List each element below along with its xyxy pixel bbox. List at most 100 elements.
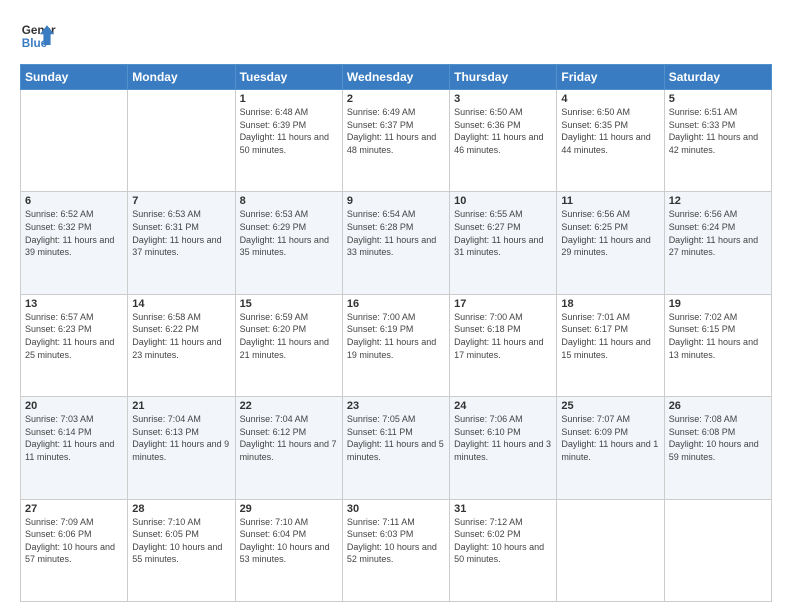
day-number: 18 bbox=[561, 298, 659, 310]
calendar-table: SundayMondayTuesdayWednesdayThursdayFrid… bbox=[20, 64, 772, 602]
day-detail: Sunrise: 6:53 AMSunset: 6:29 PMDaylight:… bbox=[240, 208, 338, 258]
calendar-cell: 12Sunrise: 6:56 AMSunset: 6:24 PMDayligh… bbox=[664, 192, 771, 294]
day-detail: Sunrise: 7:03 AMSunset: 6:14 PMDaylight:… bbox=[25, 413, 123, 463]
day-number: 14 bbox=[132, 298, 230, 310]
calendar-cell: 4Sunrise: 6:50 AMSunset: 6:35 PMDaylight… bbox=[557, 90, 664, 192]
calendar-cell: 20Sunrise: 7:03 AMSunset: 6:14 PMDayligh… bbox=[21, 397, 128, 499]
day-detail: Sunrise: 6:53 AMSunset: 6:31 PMDaylight:… bbox=[132, 208, 230, 258]
day-number: 29 bbox=[240, 503, 338, 515]
calendar-cell: 14Sunrise: 6:58 AMSunset: 6:22 PMDayligh… bbox=[128, 294, 235, 396]
day-number: 27 bbox=[25, 503, 123, 515]
weekday-header-friday: Friday bbox=[557, 65, 664, 90]
calendar-cell: 29Sunrise: 7:10 AMSunset: 6:04 PMDayligh… bbox=[235, 499, 342, 601]
calendar-cell: 8Sunrise: 6:53 AMSunset: 6:29 PMDaylight… bbox=[235, 192, 342, 294]
day-number: 6 bbox=[25, 195, 123, 207]
calendar-cell: 25Sunrise: 7:07 AMSunset: 6:09 PMDayligh… bbox=[557, 397, 664, 499]
day-detail: Sunrise: 7:04 AMSunset: 6:13 PMDaylight:… bbox=[132, 413, 230, 463]
page: General Blue SundayMondayTuesdayWednesda… bbox=[0, 0, 792, 612]
day-detail: Sunrise: 6:59 AMSunset: 6:20 PMDaylight:… bbox=[240, 311, 338, 361]
day-number: 2 bbox=[347, 93, 445, 105]
calendar-cell: 30Sunrise: 7:11 AMSunset: 6:03 PMDayligh… bbox=[342, 499, 449, 601]
day-number: 11 bbox=[561, 195, 659, 207]
day-detail: Sunrise: 6:50 AMSunset: 6:36 PMDaylight:… bbox=[454, 106, 552, 156]
calendar-cell: 21Sunrise: 7:04 AMSunset: 6:13 PMDayligh… bbox=[128, 397, 235, 499]
day-detail: Sunrise: 7:07 AMSunset: 6:09 PMDaylight:… bbox=[561, 413, 659, 463]
day-detail: Sunrise: 6:57 AMSunset: 6:23 PMDaylight:… bbox=[25, 311, 123, 361]
day-detail: Sunrise: 6:49 AMSunset: 6:37 PMDaylight:… bbox=[347, 106, 445, 156]
calendar-cell: 17Sunrise: 7:00 AMSunset: 6:18 PMDayligh… bbox=[450, 294, 557, 396]
day-detail: Sunrise: 6:58 AMSunset: 6:22 PMDaylight:… bbox=[132, 311, 230, 361]
day-detail: Sunrise: 7:01 AMSunset: 6:17 PMDaylight:… bbox=[561, 311, 659, 361]
day-detail: Sunrise: 6:48 AMSunset: 6:39 PMDaylight:… bbox=[240, 106, 338, 156]
day-number: 4 bbox=[561, 93, 659, 105]
day-number: 17 bbox=[454, 298, 552, 310]
calendar-cell: 10Sunrise: 6:55 AMSunset: 6:27 PMDayligh… bbox=[450, 192, 557, 294]
day-number: 19 bbox=[669, 298, 767, 310]
calendar-cell: 27Sunrise: 7:09 AMSunset: 6:06 PMDayligh… bbox=[21, 499, 128, 601]
day-detail: Sunrise: 6:56 AMSunset: 6:24 PMDaylight:… bbox=[669, 208, 767, 258]
day-detail: Sunrise: 7:12 AMSunset: 6:02 PMDaylight:… bbox=[454, 516, 552, 566]
day-number: 22 bbox=[240, 400, 338, 412]
calendar-cell bbox=[21, 90, 128, 192]
calendar-cell: 7Sunrise: 6:53 AMSunset: 6:31 PMDaylight… bbox=[128, 192, 235, 294]
header: General Blue bbox=[20, 18, 772, 54]
calendar-cell: 16Sunrise: 7:00 AMSunset: 6:19 PMDayligh… bbox=[342, 294, 449, 396]
day-number: 1 bbox=[240, 93, 338, 105]
weekday-header-thursday: Thursday bbox=[450, 65, 557, 90]
day-detail: Sunrise: 7:05 AMSunset: 6:11 PMDaylight:… bbox=[347, 413, 445, 463]
day-detail: Sunrise: 6:52 AMSunset: 6:32 PMDaylight:… bbox=[25, 208, 123, 258]
day-detail: Sunrise: 7:00 AMSunset: 6:18 PMDaylight:… bbox=[454, 311, 552, 361]
week-row-3: 20Sunrise: 7:03 AMSunset: 6:14 PMDayligh… bbox=[21, 397, 772, 499]
calendar-cell: 11Sunrise: 6:56 AMSunset: 6:25 PMDayligh… bbox=[557, 192, 664, 294]
calendar-cell: 19Sunrise: 7:02 AMSunset: 6:15 PMDayligh… bbox=[664, 294, 771, 396]
day-number: 23 bbox=[347, 400, 445, 412]
day-number: 26 bbox=[669, 400, 767, 412]
day-number: 30 bbox=[347, 503, 445, 515]
day-detail: Sunrise: 6:55 AMSunset: 6:27 PMDaylight:… bbox=[454, 208, 552, 258]
day-number: 24 bbox=[454, 400, 552, 412]
calendar-cell: 13Sunrise: 6:57 AMSunset: 6:23 PMDayligh… bbox=[21, 294, 128, 396]
weekday-header-tuesday: Tuesday bbox=[235, 65, 342, 90]
day-detail: Sunrise: 7:10 AMSunset: 6:05 PMDaylight:… bbox=[132, 516, 230, 566]
weekday-header-wednesday: Wednesday bbox=[342, 65, 449, 90]
day-number: 12 bbox=[669, 195, 767, 207]
day-number: 10 bbox=[454, 195, 552, 207]
calendar-cell: 23Sunrise: 7:05 AMSunset: 6:11 PMDayligh… bbox=[342, 397, 449, 499]
calendar-cell: 5Sunrise: 6:51 AMSunset: 6:33 PMDaylight… bbox=[664, 90, 771, 192]
day-number: 13 bbox=[25, 298, 123, 310]
day-detail: Sunrise: 6:50 AMSunset: 6:35 PMDaylight:… bbox=[561, 106, 659, 156]
calendar-cell: 18Sunrise: 7:01 AMSunset: 6:17 PMDayligh… bbox=[557, 294, 664, 396]
day-detail: Sunrise: 6:54 AMSunset: 6:28 PMDaylight:… bbox=[347, 208, 445, 258]
day-number: 31 bbox=[454, 503, 552, 515]
day-number: 5 bbox=[669, 93, 767, 105]
week-row-4: 27Sunrise: 7:09 AMSunset: 6:06 PMDayligh… bbox=[21, 499, 772, 601]
calendar-cell: 28Sunrise: 7:10 AMSunset: 6:05 PMDayligh… bbox=[128, 499, 235, 601]
week-row-1: 6Sunrise: 6:52 AMSunset: 6:32 PMDaylight… bbox=[21, 192, 772, 294]
day-number: 8 bbox=[240, 195, 338, 207]
calendar-cell: 6Sunrise: 6:52 AMSunset: 6:32 PMDaylight… bbox=[21, 192, 128, 294]
calendar-cell bbox=[664, 499, 771, 601]
day-number: 20 bbox=[25, 400, 123, 412]
calendar-cell bbox=[557, 499, 664, 601]
calendar-cell: 9Sunrise: 6:54 AMSunset: 6:28 PMDaylight… bbox=[342, 192, 449, 294]
weekday-header-monday: Monday bbox=[128, 65, 235, 90]
day-number: 16 bbox=[347, 298, 445, 310]
day-number: 21 bbox=[132, 400, 230, 412]
day-detail: Sunrise: 6:51 AMSunset: 6:33 PMDaylight:… bbox=[669, 106, 767, 156]
day-number: 9 bbox=[347, 195, 445, 207]
day-detail: Sunrise: 7:06 AMSunset: 6:10 PMDaylight:… bbox=[454, 413, 552, 463]
day-detail: Sunrise: 7:00 AMSunset: 6:19 PMDaylight:… bbox=[347, 311, 445, 361]
day-detail: Sunrise: 7:02 AMSunset: 6:15 PMDaylight:… bbox=[669, 311, 767, 361]
day-number: 28 bbox=[132, 503, 230, 515]
calendar-cell: 1Sunrise: 6:48 AMSunset: 6:39 PMDaylight… bbox=[235, 90, 342, 192]
weekday-header-sunday: Sunday bbox=[21, 65, 128, 90]
calendar-cell: 15Sunrise: 6:59 AMSunset: 6:20 PMDayligh… bbox=[235, 294, 342, 396]
day-detail: Sunrise: 7:04 AMSunset: 6:12 PMDaylight:… bbox=[240, 413, 338, 463]
calendar-cell bbox=[128, 90, 235, 192]
day-number: 25 bbox=[561, 400, 659, 412]
day-detail: Sunrise: 6:56 AMSunset: 6:25 PMDaylight:… bbox=[561, 208, 659, 258]
weekday-header-saturday: Saturday bbox=[664, 65, 771, 90]
day-detail: Sunrise: 7:10 AMSunset: 6:04 PMDaylight:… bbox=[240, 516, 338, 566]
weekday-header-row: SundayMondayTuesdayWednesdayThursdayFrid… bbox=[21, 65, 772, 90]
calendar-cell: 2Sunrise: 6:49 AMSunset: 6:37 PMDaylight… bbox=[342, 90, 449, 192]
